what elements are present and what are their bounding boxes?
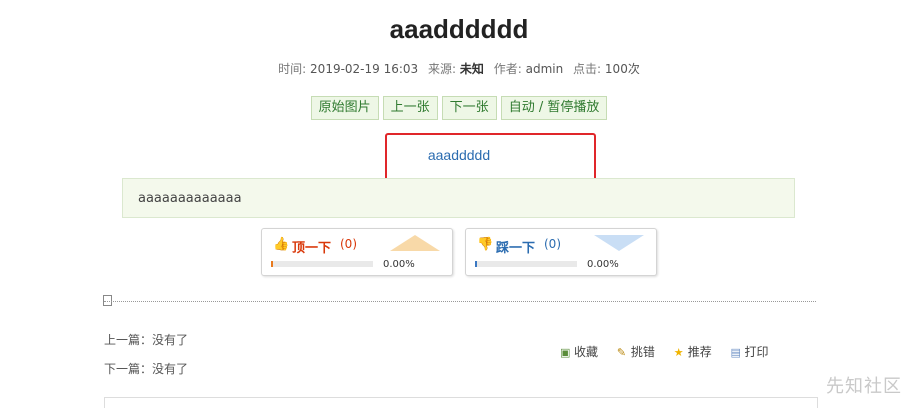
original-image-button[interactable]: 原始图片 xyxy=(310,96,379,120)
print-button[interactable]: ▤ 打印 xyxy=(731,343,769,360)
vote-down-count: (0) xyxy=(544,237,561,251)
favorite-button[interactable]: ▣ 收藏 xyxy=(560,343,598,360)
report-label: 挑错 xyxy=(630,345,655,359)
source-label: 来源: xyxy=(428,62,457,76)
vote-down-label: 踩一下 xyxy=(496,241,536,256)
vote-up-count: (0) xyxy=(340,237,357,251)
recommend-label: 推荐 xyxy=(687,345,712,359)
time-label: 时间: xyxy=(278,62,307,76)
article-title: aaadddddd xyxy=(389,14,529,44)
up-arrow-decoration xyxy=(390,235,440,251)
article-meta: 时间: 2019-02-19 16:03 来源: 未知 作者: admin 点击… xyxy=(0,60,918,77)
vote-up-progress xyxy=(271,261,373,267)
author-value: admin xyxy=(525,62,564,76)
clicks-value: 100次 xyxy=(604,62,640,76)
pencil-icon: ✎ xyxy=(616,346,627,359)
prev-article-label: 上一篇： xyxy=(104,333,153,347)
gallery-controls: 原始图片 上一张 下一张 自动 / 暂停播放 xyxy=(0,96,918,120)
vote-up-button[interactable]: 👍 顶一下 (0) 0.00% xyxy=(261,228,453,276)
source-value: 未知 xyxy=(459,62,484,76)
recommend-button[interactable]: ★ 推荐 xyxy=(674,343,712,360)
clicks-label: 点击: xyxy=(573,62,602,76)
prev-image-button[interactable]: 上一张 xyxy=(382,96,438,120)
vote-down-percent: 0.00% xyxy=(587,259,619,270)
article-content: aaaaaaaaaaaaa xyxy=(122,178,795,218)
prev-article: 上一篇：没有了 xyxy=(104,331,188,348)
autoplay-toggle-button[interactable]: 自动 / 暂停播放 xyxy=(500,96,608,120)
vote-up-percent: 0.00% xyxy=(383,259,415,270)
favorite-label: 收藏 xyxy=(574,345,599,359)
vote-down-progress-fill xyxy=(475,261,477,267)
image-link[interactable]: aaaddddd xyxy=(0,147,918,163)
watermark-logo: 先知社区 xyxy=(826,376,902,397)
next-article-value: 没有了 xyxy=(152,362,189,376)
thumbs-up-icon: 👍 xyxy=(273,237,290,252)
comment-box-edge xyxy=(104,397,818,408)
dotted-divider xyxy=(104,301,816,302)
down-arrow-decoration xyxy=(594,235,644,251)
vote-up-progress-fill xyxy=(271,261,273,267)
vote-down-button[interactable]: 👎 踩一下 (0) 0.00% xyxy=(465,228,657,276)
vote-down-progress xyxy=(475,261,577,267)
star-icon: ★ xyxy=(673,346,684,359)
prev-article-value: 没有了 xyxy=(152,333,189,347)
print-icon: ▤ xyxy=(730,346,741,359)
next-image-button[interactable]: 下一张 xyxy=(441,96,497,120)
next-article-label: 下一篇： xyxy=(104,362,153,376)
favorite-icon: ▣ xyxy=(560,346,571,359)
author-label: 作者: xyxy=(493,62,522,76)
vote-up-label: 顶一下 xyxy=(292,241,332,256)
print-label: 打印 xyxy=(744,345,769,359)
time-value: 2019-02-19 16:03 xyxy=(310,62,419,76)
next-article: 下一篇：没有了 xyxy=(104,360,188,377)
thumbs-down-icon: 👎 xyxy=(477,237,494,252)
report-error-button[interactable]: ✎ 挑错 xyxy=(617,343,655,360)
article-actions: ▣ 收藏 ✎ 挑错 ★ 推荐 ▤ 打印 xyxy=(560,343,784,360)
